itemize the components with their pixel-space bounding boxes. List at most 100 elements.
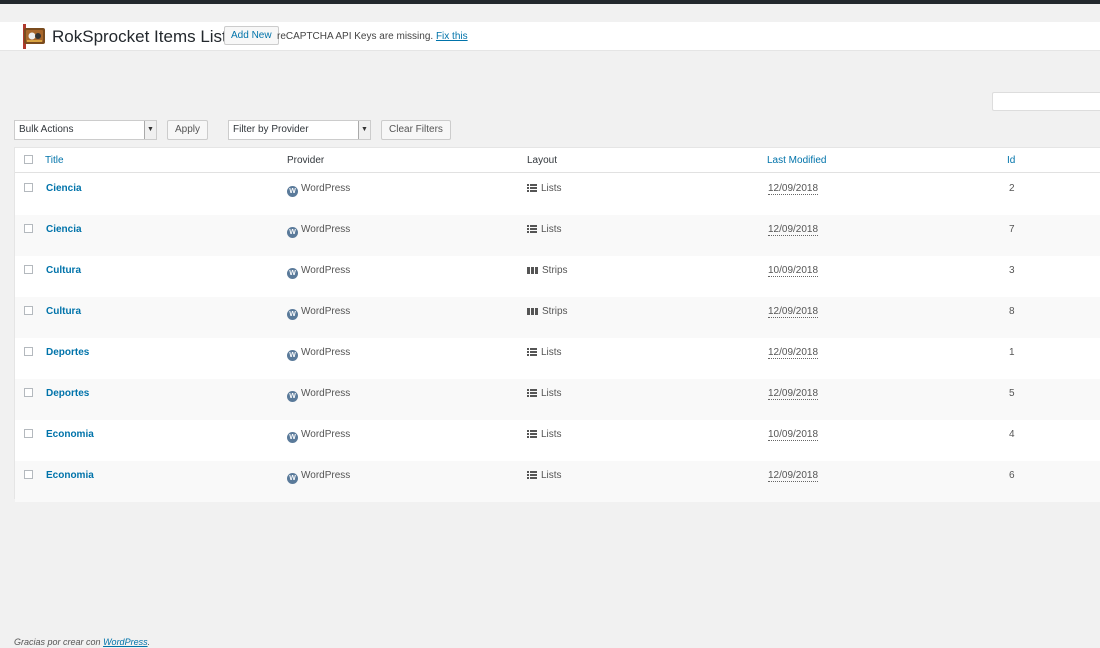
bulk-actions-select[interactable]: Bulk Actions ▼ xyxy=(14,120,157,140)
column-id[interactable]: Id xyxy=(1007,155,1015,166)
items-table: Title Provider Layout Last Modified Id C… xyxy=(14,147,1100,502)
item-title-link[interactable]: Economia xyxy=(46,429,94,440)
provider-cell: W WordPress xyxy=(287,224,350,238)
item-id: 7 xyxy=(1009,224,1015,235)
item-title-link[interactable]: Ciencia xyxy=(46,224,82,235)
notice-text: reCAPTCHA API Keys are missing. xyxy=(277,31,434,42)
last-modified-date: 12/09/2018 xyxy=(768,470,819,482)
provider-cell: W WordPress xyxy=(287,388,350,402)
table-row: Economia W WordPress Lists 12/09/2018 6 xyxy=(15,461,1100,502)
item-id: 3 xyxy=(1009,265,1015,276)
item-id: 4 xyxy=(1009,429,1015,440)
provider-label: WordPress xyxy=(301,265,351,276)
table-row: Ciencia W WordPress Lists 12/09/2018 2 xyxy=(15,174,1100,215)
bulk-actions-value: Bulk Actions xyxy=(19,124,74,135)
last-modified-date: 12/09/2018 xyxy=(768,388,819,400)
table-row: Economia W WordPress Lists 10/09/2018 4 xyxy=(15,420,1100,461)
layout-cell: Lists xyxy=(527,224,562,235)
item-id: 5 xyxy=(1009,388,1015,399)
item-title-link[interactable]: Cultura xyxy=(46,265,81,276)
admin-footer: Gracias por crear con WordPress. xyxy=(14,637,150,647)
column-last-modified[interactable]: Last Modified xyxy=(767,155,826,166)
wordpress-icon: W xyxy=(287,350,298,361)
provider-cell: W WordPress xyxy=(287,306,350,320)
provider-label: WordPress xyxy=(301,224,351,235)
provider-cell: W WordPress xyxy=(287,183,350,197)
table-row: Deportes W WordPress Lists 12/09/2018 5 xyxy=(15,379,1100,420)
item-title-link[interactable]: Deportes xyxy=(46,388,89,399)
wordpress-icon: W xyxy=(287,391,298,402)
row-checkbox[interactable] xyxy=(24,224,33,233)
list-icon xyxy=(527,183,541,194)
list-icon xyxy=(527,224,541,235)
roksprocket-logo-icon xyxy=(23,24,45,49)
list-icon xyxy=(527,347,541,358)
item-title-link[interactable]: Economia xyxy=(46,470,94,481)
layout-label: Strips xyxy=(542,306,568,317)
provider-cell: W WordPress xyxy=(287,470,350,484)
layout-cell: Strips xyxy=(527,306,568,317)
item-id: 2 xyxy=(1009,183,1015,194)
row-checkbox[interactable] xyxy=(24,470,33,479)
page-header: RokSprocket Items List Add New reCAPTCHA… xyxy=(0,22,1100,51)
item-title-link[interactable]: Cultura xyxy=(46,306,81,317)
table-row: Deportes W WordPress Lists 12/09/2018 1 xyxy=(15,338,1100,379)
layout-label: Lists xyxy=(541,429,562,440)
item-title-link[interactable]: Ciencia xyxy=(46,183,82,194)
table-row: Cultura W WordPress Strips 10/09/2018 3 xyxy=(15,256,1100,297)
provider-label: WordPress xyxy=(301,306,351,317)
layout-label: Lists xyxy=(541,224,562,235)
row-checkbox[interactable] xyxy=(24,429,33,438)
provider-cell: W WordPress xyxy=(287,429,350,443)
add-new-button[interactable]: Add New xyxy=(224,26,279,45)
item-id: 1 xyxy=(1009,347,1015,358)
wordpress-icon: W xyxy=(287,473,298,484)
select-all-checkbox[interactable] xyxy=(24,155,33,164)
last-modified-date: 12/09/2018 xyxy=(768,347,819,359)
fix-this-link[interactable]: Fix this xyxy=(436,31,468,42)
table-row: Ciencia W WordPress Lists 12/09/2018 7 xyxy=(15,215,1100,256)
layout-label: Lists xyxy=(541,470,562,481)
row-checkbox[interactable] xyxy=(24,265,33,274)
search-input[interactable] xyxy=(992,92,1100,111)
list-icon xyxy=(527,429,541,440)
strips-icon xyxy=(527,265,542,276)
last-modified-date: 10/09/2018 xyxy=(768,265,819,277)
item-id: 6 xyxy=(1009,470,1015,481)
provider-filter-select[interactable]: Filter by Provider ▼ xyxy=(228,120,371,140)
column-layout: Layout xyxy=(527,155,558,166)
clear-filters-button[interactable]: Clear Filters xyxy=(381,120,451,140)
apply-button[interactable]: Apply xyxy=(167,120,209,140)
item-title-link[interactable]: Deportes xyxy=(46,347,89,358)
provider-cell: W WordPress xyxy=(287,265,350,279)
last-modified-date: 10/09/2018 xyxy=(768,429,819,441)
layout-cell: Strips xyxy=(527,265,568,276)
row-checkbox[interactable] xyxy=(24,183,33,192)
row-checkbox[interactable] xyxy=(24,347,33,356)
provider-label: WordPress xyxy=(301,183,351,194)
wordpress-icon: W xyxy=(287,309,298,320)
admin-bar xyxy=(0,0,1100,4)
provider-label: WordPress xyxy=(301,388,351,399)
last-modified-date: 12/09/2018 xyxy=(768,183,819,195)
layout-label: Strips xyxy=(542,265,568,276)
layout-cell: Lists xyxy=(527,429,562,440)
row-checkbox[interactable] xyxy=(24,388,33,397)
provider-cell: W WordPress xyxy=(287,347,350,361)
footer-text: Gracias por crear con xyxy=(14,637,101,647)
provider-filter-value: Filter by Provider xyxy=(233,124,309,135)
footer-suffix: . xyxy=(147,637,151,647)
list-icon xyxy=(527,470,541,481)
row-checkbox[interactable] xyxy=(24,306,33,315)
wordpress-link[interactable]: WordPress xyxy=(103,637,148,647)
item-id: 8 xyxy=(1009,306,1015,317)
dropdown-arrow-icon: ▼ xyxy=(358,121,370,139)
wordpress-icon: W xyxy=(287,268,298,279)
provider-label: WordPress xyxy=(301,470,351,481)
last-modified-date: 12/09/2018 xyxy=(768,224,819,236)
column-title[interactable]: Title xyxy=(45,155,64,166)
list-icon xyxy=(527,388,541,399)
layout-cell: Lists xyxy=(527,388,562,399)
last-modified-date: 12/09/2018 xyxy=(768,306,819,318)
table-header: Title Provider Layout Last Modified Id xyxy=(15,148,1100,173)
